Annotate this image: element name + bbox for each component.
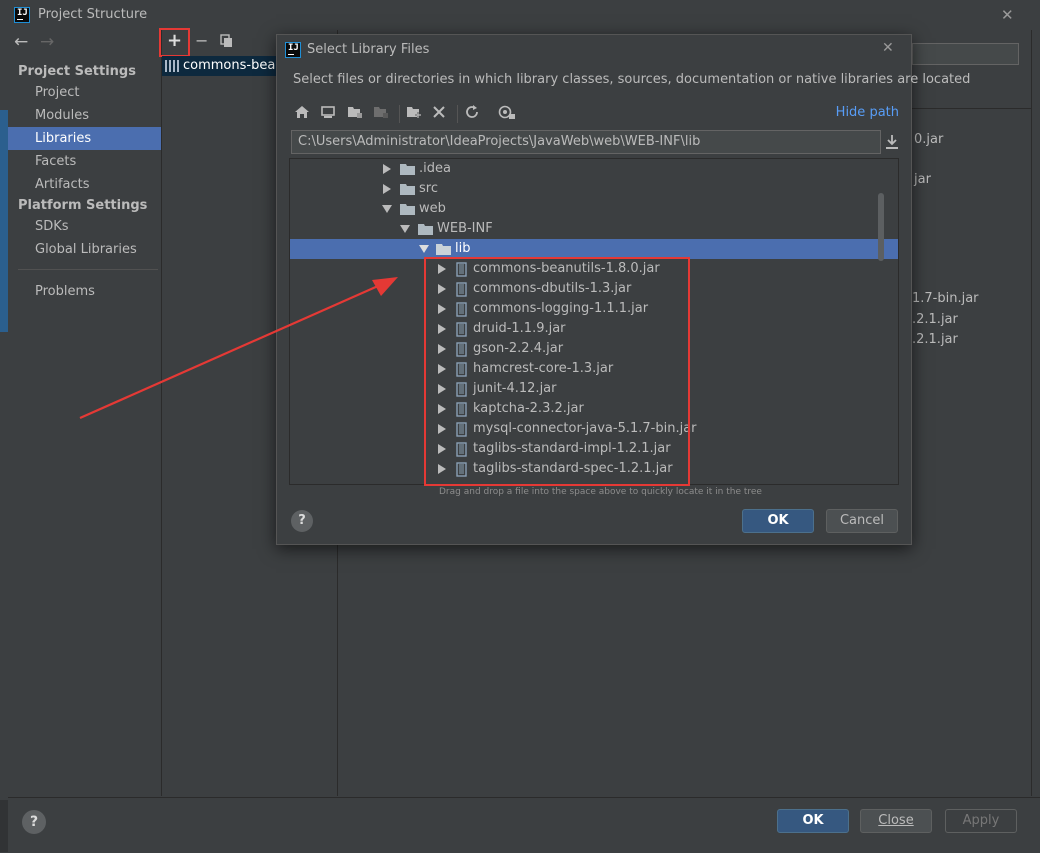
window-close-icon[interactable]: ✕ — [1001, 6, 1014, 24]
close-button[interactable]: Close — [860, 809, 932, 833]
show-hidden-icon[interactable] — [498, 104, 518, 124]
window-footer: ? OK Close Apply — [8, 797, 1040, 853]
module-folder-icon[interactable] — [373, 104, 393, 124]
copy-icon[interactable] — [220, 34, 234, 48]
background-path-fragment: 1.7-bin.jar — [912, 291, 979, 306]
tree-label: src — [419, 181, 438, 196]
dialog-description: Select files or directories in which lib… — [293, 72, 971, 87]
project-folder-icon[interactable] — [347, 104, 367, 124]
path-input[interactable]: C:\Users\Administrator\IdeaProjects\Java… — [291, 130, 881, 154]
collapse-arrow-icon — [382, 205, 392, 213]
library-list-item-label: commons-bean — [183, 58, 284, 73]
collapse-arrow-icon — [400, 225, 410, 233]
sidebar-item-problems[interactable]: Problems — [8, 280, 161, 303]
sidebar-item-global-libraries[interactable]: Global Libraries — [8, 238, 161, 261]
folder-icon — [400, 204, 415, 215]
project-settings-header: Project Settings — [18, 64, 136, 79]
ok-button[interactable]: OK — [777, 809, 849, 833]
platform-settings-header: Platform Settings — [18, 198, 148, 213]
delete-icon[interactable] — [431, 104, 451, 124]
folder-icon — [400, 184, 415, 195]
intellij-logo-icon: IJ — [14, 7, 30, 23]
dialog-cancel-button[interactable]: Cancel — [826, 509, 898, 533]
tree-row-src[interactable]: src — [290, 179, 898, 199]
intellij-logo-icon: IJ — [285, 42, 301, 58]
expand-arrow-icon — [383, 164, 391, 174]
tree-label: .idea — [419, 161, 451, 176]
tree-label: web — [419, 201, 446, 216]
details-edge — [1031, 30, 1032, 796]
dialog-ok-button[interactable]: OK — [742, 509, 814, 533]
sidebar-item-project[interactable]: Project — [8, 81, 161, 104]
sidebar-item-sdks[interactable]: SDKs — [8, 215, 161, 238]
select-library-files-dialog: IJ Select Library Files ✕ Select files o… — [276, 34, 970, 545]
background-path-fragment: .2.1.jar — [912, 312, 958, 327]
apply-button[interactable]: Apply — [945, 809, 1017, 833]
background-path-fragment: jar — [914, 172, 931, 187]
hide-path-link[interactable]: Hide path — [836, 105, 899, 120]
library-icon — [165, 59, 180, 73]
dialog-help-icon[interactable]: ? — [291, 510, 313, 532]
tree-label: WEB-INF — [437, 221, 493, 236]
back-arrow-icon[interactable]: ← — [14, 32, 28, 52]
sidebar-item-modules[interactable]: Modules — [8, 104, 161, 127]
background-path-fragment: .2.1.jar — [912, 332, 958, 347]
home-icon[interactable] — [294, 104, 314, 124]
window-titlebar — [0, 0, 1040, 30]
tree-label: lib — [455, 241, 471, 256]
dialog-title: Select Library Files — [307, 42, 430, 57]
sidebar-item-facets[interactable]: Facets — [8, 150, 161, 173]
jar-list-highlight — [424, 257, 690, 486]
toolbar-separator — [457, 105, 458, 123]
download-icon[interactable] — [885, 134, 899, 150]
sidebar-item-libraries[interactable]: Libraries — [8, 127, 161, 150]
expand-arrow-icon — [383, 184, 391, 194]
refresh-icon[interactable] — [464, 104, 484, 124]
tree-row-lib[interactable]: lib — [290, 239, 898, 259]
background-path-fragment: 0.jar — [914, 132, 944, 147]
tree-row-web-inf[interactable]: WEB-INF — [290, 219, 898, 239]
folder-icon — [400, 164, 415, 175]
window-title: Project Structure — [38, 7, 148, 22]
left-edge-strip — [0, 110, 8, 332]
toolbar-separator — [399, 105, 400, 123]
tree-row-idea[interactable]: .idea — [290, 159, 898, 179]
drag-drop-hint: Drag and drop a file into the space abov… — [439, 487, 762, 497]
help-icon[interactable]: ? — [22, 810, 46, 834]
dialog-close-icon[interactable]: ✕ — [882, 40, 894, 56]
right-search-field[interactable] — [912, 43, 1019, 65]
forward-arrow-icon[interactable]: → — [40, 32, 54, 52]
remove-icon[interactable]: − — [195, 31, 208, 50]
new-folder-icon[interactable] — [406, 104, 426, 124]
folder-icon — [436, 244, 451, 255]
left-edge-strip-bottom — [0, 800, 8, 852]
tree-scrollbar[interactable] — [878, 193, 884, 261]
folder-icon — [418, 224, 433, 235]
tree-row-web[interactable]: web — [290, 199, 898, 219]
collapse-arrow-icon — [419, 245, 429, 253]
sidebar-item-artifacts[interactable]: Artifacts — [8, 173, 161, 196]
settings-sidebar: ← → Project Settings Project Modules Lib… — [8, 30, 162, 796]
desktop-icon[interactable] — [320, 104, 340, 124]
sidebar-divider — [18, 269, 158, 270]
add-button-highlight — [159, 28, 190, 57]
